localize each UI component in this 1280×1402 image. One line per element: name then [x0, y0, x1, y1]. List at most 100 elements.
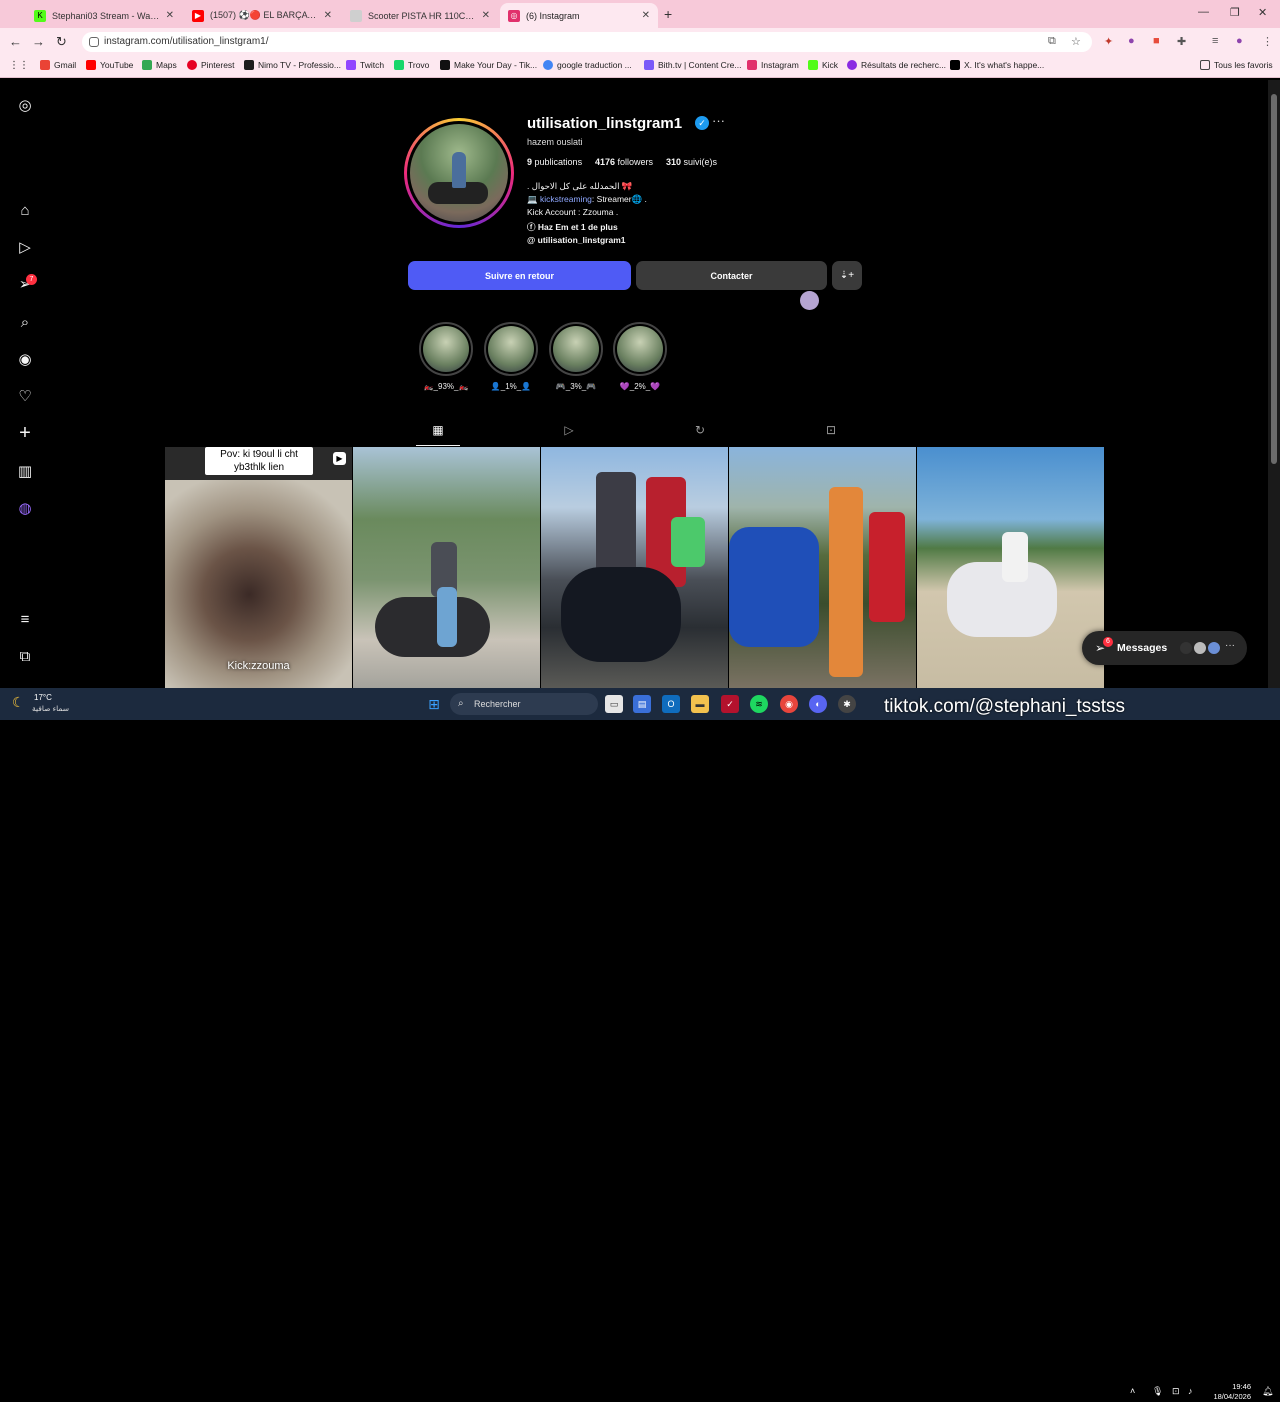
app-icon[interactable]: ✓ — [721, 695, 739, 713]
bookmark-youtube[interactable]: YouTube — [86, 60, 133, 70]
app-icon[interactable]: ✱ — [838, 695, 856, 713]
instagram-icon — [747, 60, 757, 70]
all-bookmarks[interactable]: Tous les favoris — [1200, 60, 1273, 70]
following-count[interactable]: 310 suivi(e)s — [666, 157, 717, 167]
restore-icon[interactable]: ❐ — [1230, 6, 1240, 19]
bookmark-gmail[interactable]: Gmail — [40, 60, 76, 70]
post-thumbnail[interactable] — [917, 447, 1104, 688]
follow-back-button[interactable]: Suivre en retour — [408, 261, 631, 290]
post-thumbnail[interactable] — [541, 447, 728, 688]
avatar — [1207, 641, 1221, 655]
create-plus-icon[interactable]: + — [16, 422, 34, 444]
windows-start-icon[interactable]: ⊞ — [425, 695, 443, 713]
tab-tagged-icon[interactable]: ⊡ — [823, 423, 839, 439]
meta-ai-icon[interactable]: ◍ — [16, 499, 34, 517]
also-from-meta-icon[interactable]: ⧉ — [16, 647, 34, 665]
notifications-bell-icon[interactable]: 🔔︎ — [1262, 1386, 1273, 1397]
extension-icon[interactable]: ■ — [1153, 35, 1160, 47]
chrome-icon[interactable]: ◉ — [780, 695, 798, 713]
close-icon[interactable]: ✕ — [324, 10, 332, 21]
extensions-puzzle-icon[interactable]: ✚ — [1177, 35, 1186, 48]
post-thumbnail[interactable]: Pov: ki t9oul li cht yb3thlk lien ▶ Kick… — [165, 447, 352, 688]
close-icon[interactable]: ✕ — [166, 10, 174, 21]
close-icon[interactable]: ✕ — [482, 10, 490, 21]
tab-youtube[interactable]: ▶ (1507) ⚽🔴 EL BARÇA vuel ✕ — [184, 3, 340, 28]
close-icon[interactable]: ✕ — [642, 10, 650, 21]
story-highlight[interactable]: 👤_1%_👤 — [482, 322, 540, 391]
story-highlight[interactable]: 🎮_3%_🎮 — [547, 322, 605, 391]
profile-avatar[interactable] — [404, 118, 514, 228]
file-explorer-icon[interactable]: ▬ — [691, 695, 709, 713]
bookmark-bith[interactable]: Bith.tv | Content Cre... — [644, 60, 741, 70]
instagram-logo-icon[interactable]: ◎ — [16, 96, 34, 114]
task-view-icon[interactable]: ▭ — [605, 695, 623, 713]
more-menu-icon[interactable]: ≡ — [16, 610, 34, 628]
tab-scooter[interactable]: Scooter PISTA HR 110CC – Pro ✕ — [342, 3, 498, 28]
forward-icon[interactable]: → — [32, 34, 45, 49]
threads-link[interactable]: @ utilisation_linstgram1 — [527, 235, 626, 245]
tab-posts-grid-icon[interactable]: ▦ — [430, 423, 446, 439]
apps-grid-icon[interactable]: ⋮⋮ — [9, 60, 29, 71]
bookmark-search-results[interactable]: Résultats de recherc... — [847, 60, 946, 70]
reload-icon[interactable]: ↻ — [56, 34, 67, 50]
bookmark-x[interactable]: X. It's what's happe... — [950, 60, 1044, 70]
bookmark-pinterest[interactable]: Pinterest — [187, 60, 235, 70]
new-tab-icon[interactable]: + — [664, 6, 672, 22]
tab-instagram[interactable]: ◎ (6) Instagram ✕ — [500, 3, 658, 28]
suggested-accounts-icon[interactable]: ⇣+ — [832, 261, 862, 290]
bio-kick-link[interactable]: kickstreaming — [540, 194, 592, 204]
site-info-icon[interactable] — [89, 37, 99, 47]
contact-button[interactable]: Contacter — [636, 261, 827, 290]
bookmark-star-icon[interactable]: ☆ — [1071, 35, 1081, 48]
tab-reels-icon[interactable]: ▷ — [561, 423, 577, 439]
messages-pill[interactable]: ➢ 6 Messages ··· — [1082, 631, 1247, 665]
profile-avatar-icon[interactable]: ● — [1236, 35, 1243, 47]
story-highlight[interactable]: 🏍️_93%_🏍️ — [417, 322, 475, 391]
spotify-icon[interactable]: ≋ — [750, 695, 768, 713]
taskbar-search[interactable]: ⌕ Rechercher — [450, 693, 598, 715]
bookmark-tiktok[interactable]: Make Your Day - Tik... — [440, 60, 537, 70]
install-app-icon[interactable]: ⧉ — [1048, 35, 1056, 48]
microphone-icon[interactable]: 🎙︎ — [1152, 1386, 1163, 1397]
bookmark-kick[interactable]: Kick — [808, 60, 838, 70]
outlook-icon[interactable]: O — [662, 695, 680, 713]
bookmark-trovo[interactable]: Trovo — [394, 60, 429, 70]
explore-compass-icon[interactable]: ◉ — [16, 350, 34, 368]
bookmark-instagram[interactable]: Instagram — [747, 60, 799, 70]
tray-chevron-icon[interactable]: ˄ — [1130, 1386, 1135, 1396]
home-icon[interactable]: ⌂ — [16, 201, 34, 219]
followers-count[interactable]: 4176 followers — [595, 157, 653, 167]
active-tab-indicator — [416, 445, 460, 446]
facebook-link[interactable]: ⓕ Haz Em et 1 de plus — [527, 221, 618, 233]
post-thumbnail[interactable] — [729, 447, 916, 688]
close-window-icon[interactable]: ✕ — [1258, 6, 1267, 19]
scroll-thumb[interactable] — [1271, 94, 1277, 464]
network-icon[interactable]: ⊡ — [1172, 1386, 1180, 1397]
extension-icon[interactable]: ● — [1128, 35, 1135, 47]
bookmark-twitch[interactable]: Twitch — [346, 60, 384, 70]
bookmark-maps[interactable]: Maps — [142, 60, 177, 70]
post-thumbnail[interactable] — [353, 447, 540, 688]
more-options-icon[interactable]: ··· — [712, 113, 725, 128]
volume-icon[interactable]: ♪ — [1188, 1386, 1193, 1396]
page-scrollbar[interactable] — [1268, 80, 1280, 688]
reading-list-icon[interactable]: ≡ — [1212, 35, 1218, 47]
taskbar-clock[interactable]: 19:46 18/04/2026 — [1205, 1382, 1251, 1402]
dashboard-icon[interactable]: ▥ — [16, 462, 34, 480]
tab-reposts-icon[interactable]: ↻ — [692, 423, 708, 439]
bookmark-google-translate[interactable]: google traduction ... — [543, 60, 632, 70]
youtube-favicon-icon: ▶ — [192, 9, 204, 22]
tab-kick-stream[interactable]: K Stephani03 Stream - Watch Live ✕ — [26, 3, 182, 28]
discord-icon[interactable]: ◐ — [809, 695, 827, 713]
extension-icon[interactable]: ✦ — [1104, 35, 1113, 48]
reels-icon[interactable]: ▷ — [16, 238, 34, 256]
address-bar[interactable]: instagram.com/utilisation_linstgram1/ — [82, 32, 1092, 52]
browser-menu-icon[interactable]: ⋮ — [1262, 35, 1273, 48]
minimize-icon[interactable]: — — [1198, 6, 1209, 18]
search-icon[interactable]: ⌕ — [16, 313, 34, 331]
store-icon[interactable]: ▤ — [633, 695, 651, 713]
notifications-heart-icon[interactable]: ♡ — [16, 387, 34, 405]
bookmark-nimo[interactable]: Nimo TV - Professio... — [244, 60, 341, 70]
story-highlight[interactable]: 💜_2%_💜 — [611, 322, 669, 391]
back-icon[interactable]: ← — [9, 34, 22, 49]
